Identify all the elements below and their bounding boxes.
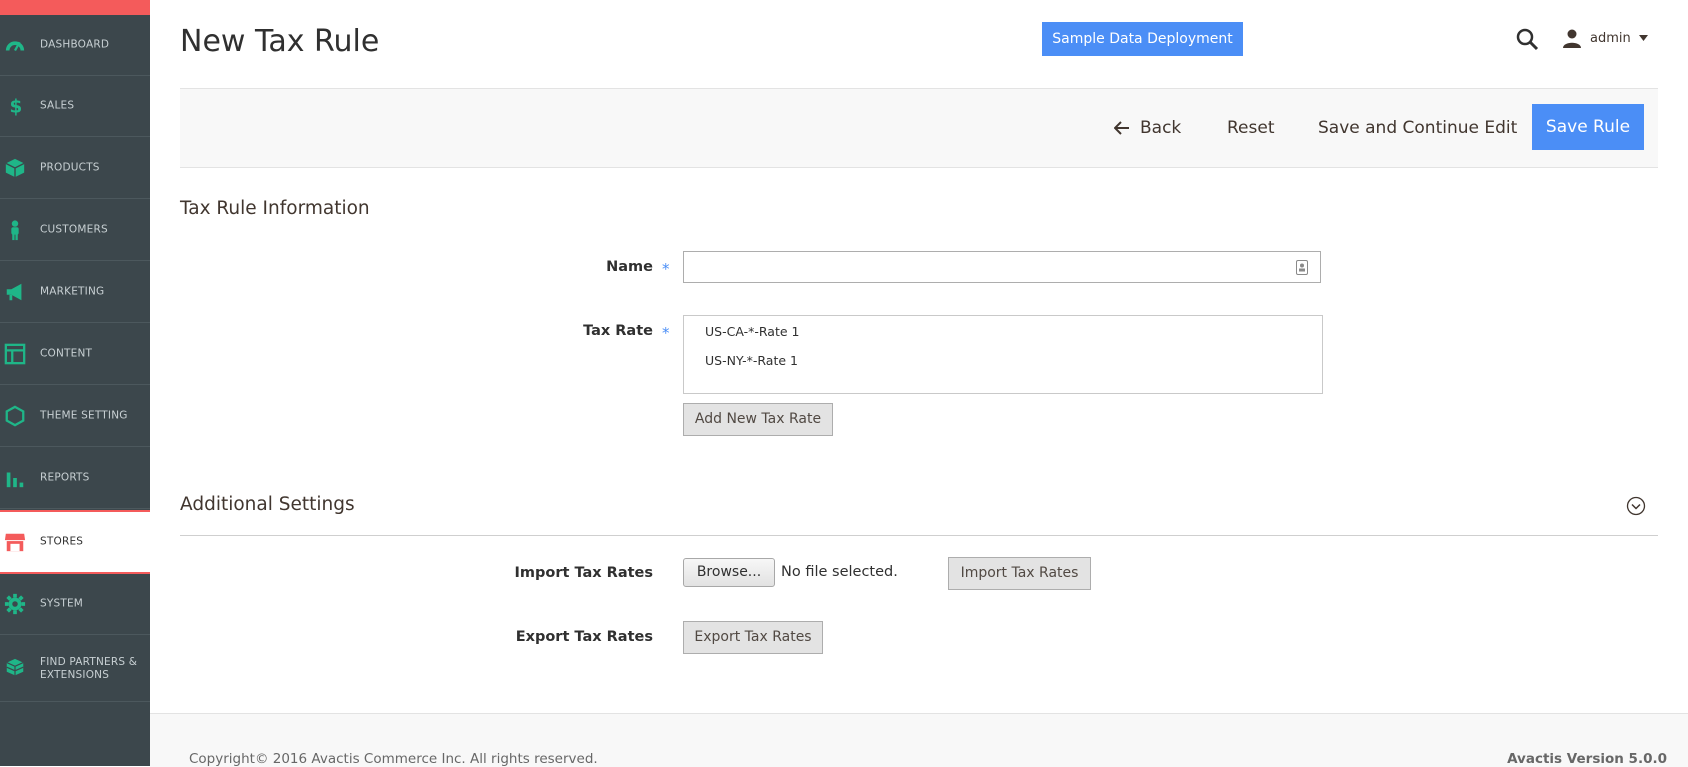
section-title-tax-rule-information: Tax Rule Information [180,198,370,219]
import-tax-rates-label: Import Tax Rates [514,565,653,581]
tax-rate-option[interactable]: US-CA-*-Rate 1 [705,324,799,339]
sidebar-item-sales[interactable]: $ SALES [0,76,150,137]
search-icon[interactable] [1515,27,1539,51]
back-button[interactable]: Back [1114,89,1181,167]
sidebar-item-content[interactable]: CONTENT [0,324,150,385]
svg-text:$: $ [10,96,23,117]
sidebar-item-label: PRODUCTS [40,161,100,174]
version-text: Avactis Version 5.0.0 [1507,751,1667,767]
required-asterisk: * [662,260,670,278]
sidebar-item-products[interactable]: PRODUCTS [0,138,150,199]
user-name: admin [1590,30,1631,46]
page-title: New Tax Rule [180,24,380,59]
collapse-toggle-icon[interactable] [1626,496,1646,516]
cubes-icon [6,658,24,675]
save-and-continue-button[interactable]: Save and Continue Edit [1318,89,1517,167]
section-title-additional-settings[interactable]: Additional Settings [180,494,355,515]
sidebar-item-label: SALES [40,99,75,112]
sample-data-deployment-button[interactable]: Sample Data Deployment [1042,22,1243,56]
page-actions-toolbar: Back Reset Save and Continue Edit [180,88,1658,168]
footer: Copyright© 2016 Avactis Commerce Inc. Al… [150,713,1688,767]
copyright-text: Copyright© 2016 Avactis Commerce Inc. Al… [189,751,598,767]
store-icon [4,533,26,552]
dashboard-icon [5,41,25,52]
browse-button[interactable]: Browse... [683,558,775,587]
reset-button[interactable]: Reset [1227,89,1275,167]
sidebar-item-label: FIND PARTNERS & EXTENSIONS [40,655,138,681]
name-input[interactable] [684,252,1320,282]
sidebar-item-theme-setting[interactable]: THEME SETTING [0,386,150,447]
bar-chart-icon [6,472,24,488]
sidebar-item-label: CUSTOMERS [40,223,108,236]
name-field[interactable] [683,251,1321,283]
hexagon-icon [5,405,25,427]
sidebar-top-bar [0,0,150,15]
dollar-icon: $ [10,96,23,117]
sidebar-item-label: STORES [40,535,84,548]
sidebar-item-label: MARKETING [40,285,105,298]
file-status-text: No file selected. [781,564,898,580]
layout-icon [4,343,26,365]
megaphone-icon [6,283,22,301]
add-new-tax-rate-button[interactable]: Add New Tax Rate [683,403,833,436]
user-menu[interactable]: admin [1562,26,1648,50]
sidebar: DASHBOARD $ SALES PRODUCTS CUSTOMERS MAR… [0,0,150,766]
section-divider [180,535,1658,536]
tax-rate-label: Tax Rate [583,323,653,339]
sidebar-item-stores[interactable]: STORES [0,510,150,574]
caret-down-icon [1638,35,1648,41]
user-icon [1563,29,1581,48]
person-icon [11,220,19,241]
sidebar-item-label: CONTENT [40,347,93,360]
sidebar-item-dashboard[interactable]: DASHBOARD [0,15,150,76]
sidebar-item-system[interactable]: SYSTEM [0,574,150,635]
export-tax-rates-button[interactable]: Export Tax Rates [683,621,823,654]
sidebar-item-find-partners[interactable]: FIND PARTNERS & EXTENSIONS [0,636,150,702]
save-rule-button[interactable]: Save Rule [1532,104,1644,150]
import-tax-rates-button[interactable]: Import Tax Rates [948,557,1091,590]
name-label: Name [606,259,653,275]
contact-card-icon[interactable] [1296,260,1308,275]
gear-icon [4,593,26,615]
sidebar-item-reports[interactable]: REPORTS [0,448,150,509]
sidebar-item-label: SYSTEM [40,597,84,610]
sidebar-item-label: REPORTS [40,471,90,484]
sidebar-item-label: THEME SETTING [40,409,128,422]
back-label: Back [1140,118,1182,138]
required-asterisk: * [662,324,670,342]
sidebar-item-customers[interactable]: CUSTOMERS [0,200,150,261]
arrow-left-icon [1114,121,1129,135]
tax-rate-multiselect[interactable]: US-CA-*-Rate 1 US-NY-*-Rate 1 [683,315,1323,394]
tax-rate-option[interactable]: US-NY-*-Rate 1 [705,353,798,368]
export-tax-rates-label: Export Tax Rates [515,629,653,645]
sidebar-item-label: DASHBOARD [40,38,110,51]
sidebar-item-marketing[interactable]: MARKETING [0,262,150,323]
box-icon [5,158,25,178]
